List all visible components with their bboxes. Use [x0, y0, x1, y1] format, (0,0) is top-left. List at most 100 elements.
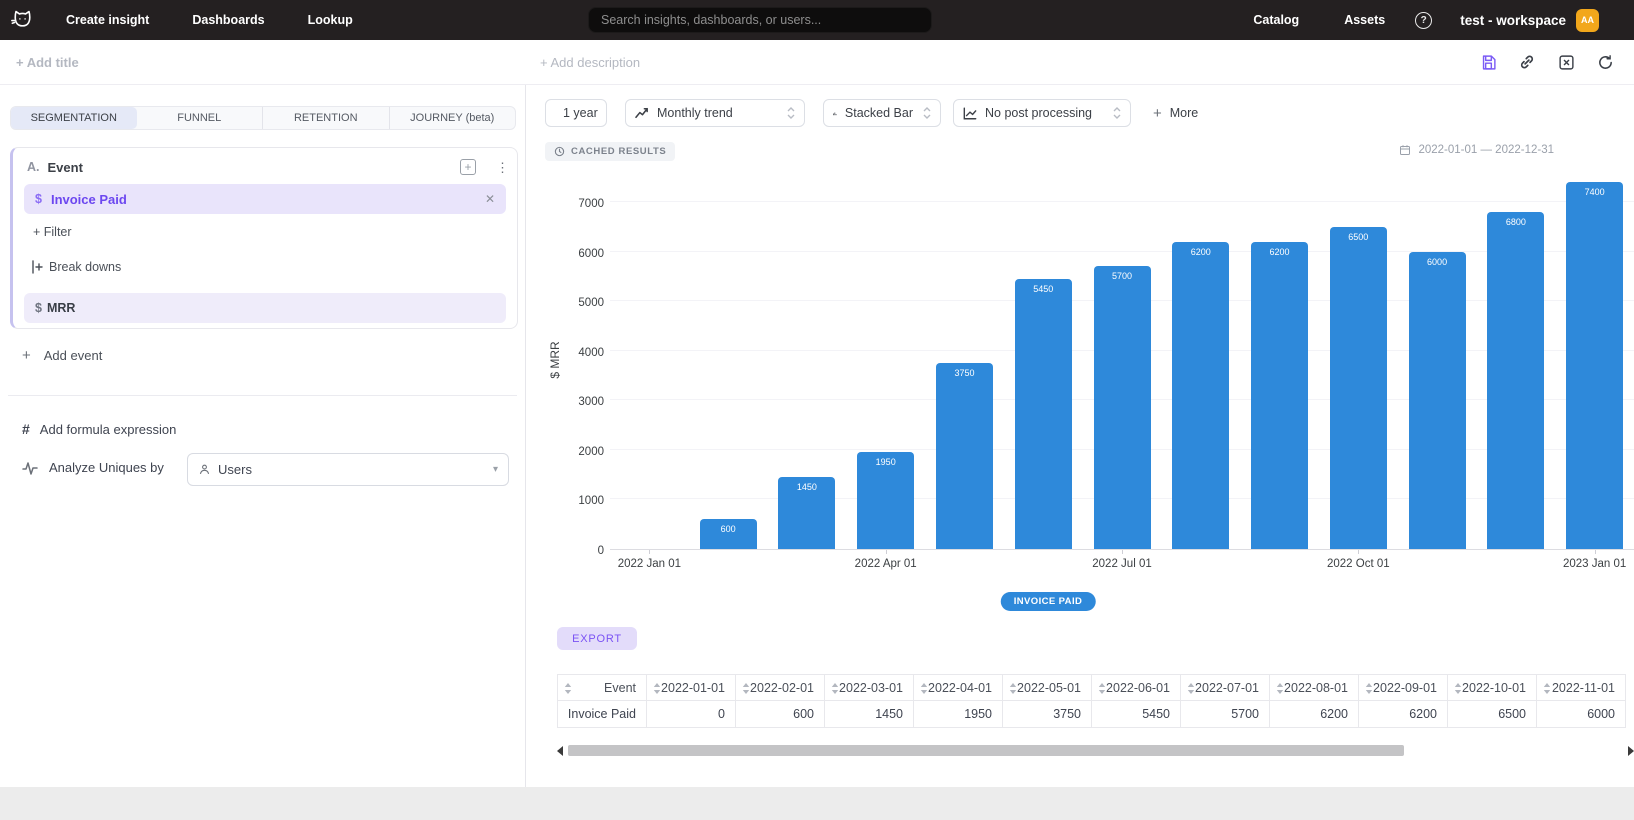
bar-value-label: 6800 [1487, 217, 1544, 227]
bar-2022-11-01[interactable]: 6000 [1409, 252, 1466, 549]
bar-2022-03-01[interactable]: 1450 [778, 477, 835, 549]
insight-title-bar: + Add title + Add description [0, 40, 1634, 85]
scrollbar-thumb[interactable] [568, 745, 1404, 756]
chart-type-select[interactable]: Stacked Bar [823, 99, 941, 127]
bar-2023-01-01[interactable]: 7400 [1566, 182, 1623, 549]
column-header-2022-05-01[interactable]: 2022-05-01 [1003, 674, 1092, 701]
x-tick-label: 2023 Jan 01 [1540, 558, 1634, 570]
column-header-2022-11-01[interactable]: 2022-11-01 [1537, 674, 1626, 701]
link-icon[interactable] [1518, 53, 1536, 71]
sort-icon[interactable] [1098, 683, 1106, 694]
x-tick-mark [649, 550, 650, 554]
nav-catalog[interactable]: Catalog [1253, 13, 1299, 27]
add-event-button[interactable]: + Add event [22, 347, 102, 364]
nav-dashboards[interactable]: Dashboards [192, 13, 264, 27]
tab-funnel[interactable]: FUNNEL [137, 107, 264, 129]
more-label: More [1170, 106, 1198, 120]
bar-2022-07-01[interactable]: 5700 [1094, 266, 1151, 549]
column-header-label: 2022-10-01 [1462, 681, 1526, 695]
metric-row[interactable]: $ MRR [24, 293, 506, 323]
add-filter-button[interactable]: + Filter [33, 225, 72, 239]
date-window-button[interactable]: 1 year [545, 99, 607, 127]
sort-icon[interactable] [920, 683, 928, 694]
add-description-button[interactable]: + Add description [540, 55, 640, 70]
analyze-uniques-select[interactable]: Users ▾ [187, 453, 509, 486]
row-value: 0 [647, 701, 736, 728]
bar-2022-09-01[interactable]: 6200 [1251, 242, 1308, 549]
close-box-icon[interactable] [1557, 53, 1575, 71]
insight-builder-sidebar: SEGMENTATION FUNNEL RETENTION JOURNEY (b… [0, 85, 526, 787]
search-input[interactable] [588, 7, 932, 33]
nav-assets[interactable]: Assets [1344, 13, 1385, 27]
post-processing-select[interactable]: No post processing [953, 99, 1131, 127]
remove-event-icon[interactable]: ✕ [485, 192, 495, 206]
plus-icon: + [1153, 105, 1162, 122]
add-breakdown-button[interactable]: Break downs [31, 260, 121, 274]
add-title-button[interactable]: + Add title [16, 55, 79, 70]
sort-icon[interactable] [1187, 683, 1195, 694]
breakdown-label: Break downs [49, 260, 121, 274]
bar-2022-05-01[interactable]: 3750 [936, 363, 993, 549]
column-header-2022-08-01[interactable]: 2022-08-01 [1270, 674, 1359, 701]
column-header-label: 2022-04-01 [928, 681, 992, 695]
tab-retention[interactable]: RETENTION [263, 107, 390, 129]
bar-2022-08-01[interactable]: 6200 [1172, 242, 1229, 549]
cat-logo-icon[interactable] [9, 7, 36, 33]
breakdown-icon [31, 260, 44, 274]
column-header-2022-07-01[interactable]: 2022-07-01 [1181, 674, 1270, 701]
duplicate-event-icon[interactable]: + [460, 159, 476, 175]
column-header-2022-02-01[interactable]: 2022-02-01 [736, 674, 825, 701]
avatar[interactable]: AA [1576, 9, 1599, 32]
sort-icon[interactable] [1365, 683, 1373, 694]
results-panel: 1 year Monthly trend Stacked Bar [526, 85, 1634, 787]
bar-value-label: 5700 [1094, 271, 1151, 281]
bar-value-label: 600 [700, 524, 757, 534]
scroll-left-icon[interactable] [557, 746, 563, 756]
sort-icon[interactable] [1454, 683, 1462, 694]
column-header-2022-10-01[interactable]: 2022-10-01 [1448, 674, 1537, 701]
kebab-menu-icon[interactable]: ⋮ [496, 161, 509, 174]
event-card: A. Event + ⋮ $ Invoice Paid ✕ + Filter B… [10, 147, 518, 329]
bar-2022-06-01[interactable]: 5450 [1015, 279, 1072, 549]
sort-icon[interactable] [831, 683, 839, 694]
calendar-icon [1399, 144, 1411, 156]
column-header-label: Event [604, 681, 636, 695]
chart-type-value: Stacked Bar [845, 106, 913, 120]
sort-icon[interactable] [653, 683, 661, 694]
workspace-name[interactable]: test - workspace [1460, 13, 1566, 28]
sort-icon[interactable] [1009, 683, 1017, 694]
row-value: 1950 [914, 701, 1003, 728]
refresh-icon[interactable] [1596, 53, 1614, 71]
sort-icon[interactable] [1543, 683, 1551, 694]
bar-2022-10-01[interactable]: 6500 [1330, 227, 1387, 549]
selected-event-row[interactable]: $ Invoice Paid ✕ [24, 184, 506, 214]
sort-icon[interactable] [564, 683, 572, 694]
column-header-2022-06-01[interactable]: 2022-06-01 [1092, 674, 1181, 701]
scroll-right-icon[interactable] [1628, 746, 1634, 756]
column-header-event[interactable]: Event [557, 674, 647, 701]
more-options-button[interactable]: + More [1153, 105, 1198, 122]
sort-icon[interactable] [1276, 683, 1284, 694]
column-header-2022-03-01[interactable]: 2022-03-01 [825, 674, 914, 701]
column-header-2022-09-01[interactable]: 2022-09-01 [1359, 674, 1448, 701]
tab-journey[interactable]: JOURNEY (beta) [390, 107, 516, 129]
nav-create-insight[interactable]: Create insight [66, 13, 149, 27]
add-formula-button[interactable]: # Add formula expression [22, 421, 176, 437]
column-header-2022-01-01[interactable]: 2022-01-01 [647, 674, 736, 701]
nav-lookup[interactable]: Lookup [308, 13, 353, 27]
chart-toolbar: 1 year Monthly trend Stacked Bar [545, 99, 1198, 127]
help-icon[interactable]: ? [1415, 12, 1432, 29]
legend-invoice-paid[interactable]: INVOICE PAID [1001, 592, 1096, 611]
sort-icon[interactable] [742, 683, 750, 694]
column-header-2022-04-01[interactable]: 2022-04-01 [914, 674, 1003, 701]
export-button[interactable]: EXPORT [557, 627, 637, 650]
bar-2022-02-01[interactable]: 600 [700, 519, 757, 549]
trend-select[interactable]: Monthly trend [625, 99, 805, 127]
save-icon[interactable] [1479, 53, 1497, 71]
horizontal-scrollbar[interactable] [557, 744, 1634, 757]
bar-2022-04-01[interactable]: 1950 [857, 452, 914, 549]
tab-segmentation[interactable]: SEGMENTATION [11, 107, 137, 129]
x-tick-label: 2022 Jan 01 [594, 558, 704, 570]
bar-2022-12-01[interactable]: 6800 [1487, 212, 1544, 549]
row-value: 600 [736, 701, 825, 728]
